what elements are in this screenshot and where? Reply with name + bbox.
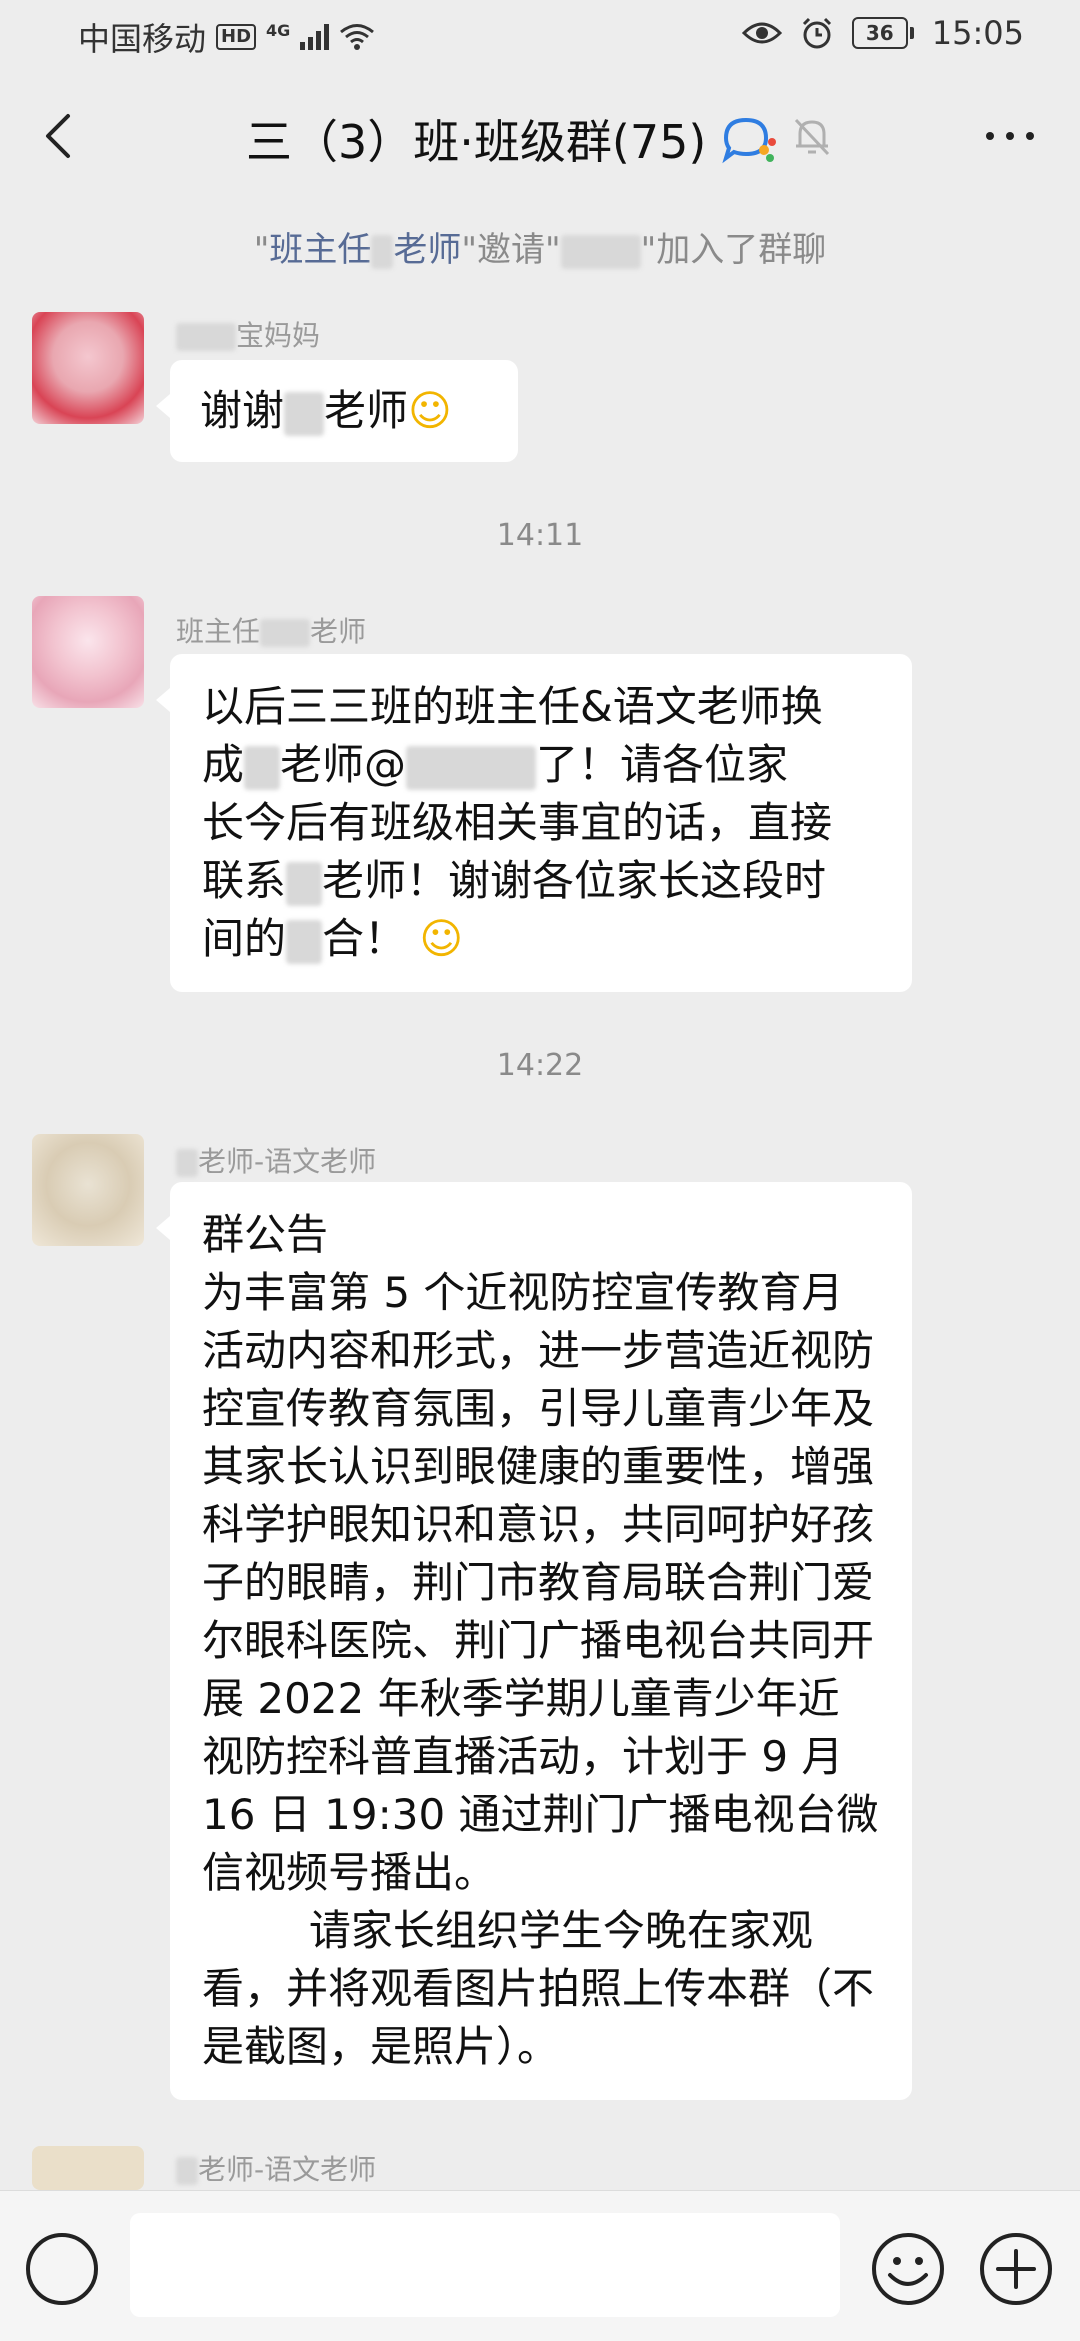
sender-name: 老师-语文老师 [176, 1140, 376, 1180]
time-stamp: 14:11 [496, 518, 584, 553]
chat-title: 三（3）班·班级群(75) [246, 106, 778, 172]
sender-name: 班主任 老师 [176, 615, 367, 648]
message-bubble[interactable]: 以后三三班的班主任&语文老师换 成老师@ 了！请各位家 长今后有班级相关事宜的话，… [156, 654, 912, 992]
more-options-icon[interactable] [980, 116, 1040, 156]
mute-bell-icon [794, 118, 830, 156]
hd-badge: HD [216, 24, 257, 50]
avatar[interactable] [32, 312, 144, 424]
voice-input-icon[interactable] [26, 2233, 98, 2305]
plus-icon[interactable] [978, 2231, 1054, 2307]
status-bar: 中国移动 HD 4G 36 15:05 [0, 0, 1080, 76]
message-input[interactable] [130, 2213, 840, 2317]
smile-emoji: ☺ [419, 914, 464, 963]
emoji-icon[interactable] [870, 2231, 946, 2307]
inviter-name[interactable]: 班主任 老师 [269, 230, 461, 270]
network-label: 4G [266, 20, 291, 40]
nav-bar: 三（3）班·班级群(75) [0, 76, 1080, 200]
avatar[interactable] [32, 1134, 144, 1246]
wifi-icon [340, 24, 375, 50]
time-stamp: 14:22 [496, 1048, 584, 1083]
sender-name: 老师-语文老师 [176, 2148, 376, 2188]
avatar[interactable] [32, 2146, 144, 2190]
announcement-text: 群公告 为丰富第 5 个近视防控宣传教育月活动内容和形式，进一步营造近视防控宣传… [202, 1210, 879, 2071]
alarm-icon [802, 17, 831, 49]
eye-icon [741, 22, 782, 44]
battery-level: 36 [851, 17, 908, 49]
announcement-bubble[interactable]: 群公告 为丰富第 5 个近视防控宣传教育月活动内容和形式，进一步营造近视防控宣传… [156, 1182, 912, 2100]
system-notice: "班主任 老师"邀请" "加入了群聊 [253, 230, 827, 270]
smile-emoji: ☺ [408, 386, 452, 435]
sender-name: 宝妈妈 [176, 314, 320, 354]
wecom-chat-icon [722, 117, 777, 164]
chat-title-text: 三（3）班·班级群(75) [246, 115, 707, 169]
clock: 15:05 [931, 14, 1024, 52]
input-bar [0, 2190, 1080, 2341]
signal-icon [300, 24, 330, 50]
avatar[interactable] [32, 596, 144, 708]
back-arrow-icon[interactable] [30, 106, 90, 166]
carrier-label: 中国移动 [78, 20, 207, 58]
invitee-name[interactable] [560, 234, 641, 269]
message-bubble[interactable]: 谢谢 老师☺ [156, 360, 518, 462]
battery-icon: 36 [851, 17, 914, 49]
